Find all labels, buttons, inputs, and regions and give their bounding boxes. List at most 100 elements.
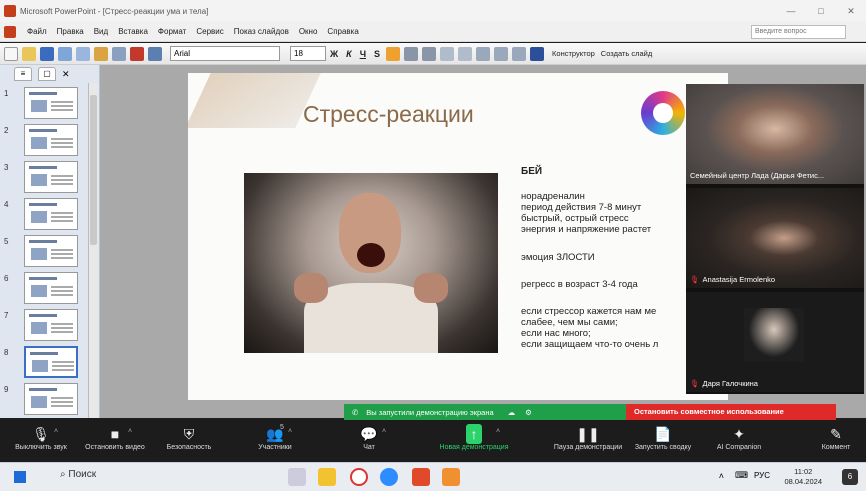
slide-line[interactable]: если нас много; bbox=[521, 328, 591, 339]
slide-thumb-2[interactable]: 2 bbox=[0, 122, 99, 158]
slide-line[interactable]: период действия 7-8 минут bbox=[521, 202, 641, 213]
align-left-icon[interactable] bbox=[386, 46, 401, 61]
angry-man-photo[interactable] bbox=[244, 173, 498, 353]
slide-thumb-4[interactable]: 4 bbox=[0, 196, 99, 232]
slide-line[interactable]: если стрессор кажется нам ме bbox=[521, 306, 656, 317]
italic-button[interactable]: К bbox=[346, 49, 352, 59]
video-tile-2[interactable]: 🎙 Anastasija Ermolenko bbox=[686, 188, 864, 288]
slide-thumb-8[interactable]: 8 bbox=[0, 344, 99, 380]
app-icon[interactable] bbox=[442, 468, 460, 486]
language-indicator[interactable]: РУС bbox=[754, 471, 770, 480]
close-pane-icon[interactable]: ✕ bbox=[62, 69, 70, 80]
video-tile-3[interactable]: 🎙 Даря Галочкина bbox=[686, 292, 864, 392]
font-select[interactable]: Arial bbox=[170, 46, 280, 61]
keyboard-icon[interactable]: ⌨ bbox=[735, 470, 748, 481]
align-center-icon[interactable] bbox=[404, 46, 419, 61]
windows-start-icon[interactable] bbox=[14, 471, 26, 483]
stop-video-button[interactable]: ■ ˄ Остановить видео bbox=[80, 424, 150, 451]
slide-line[interactable]: быстрый, острый стресс bbox=[521, 213, 629, 224]
annotate-button[interactable]: ✎ Коммент bbox=[806, 424, 866, 451]
font-color-icon[interactable] bbox=[530, 46, 545, 61]
menu-file[interactable]: Файл bbox=[22, 27, 52, 36]
menu-edit[interactable]: Правка bbox=[52, 27, 89, 36]
slide-heading[interactable]: БЕЙ bbox=[521, 166, 542, 177]
participant-name: 🎙 Даря Галочкина bbox=[690, 379, 758, 388]
shadow-button[interactable]: S bbox=[374, 49, 380, 59]
stop-share-button[interactable]: Остановить совместное использование bbox=[626, 404, 836, 420]
align-right-icon[interactable] bbox=[422, 46, 437, 61]
new-slide-button[interactable]: Создать слайд bbox=[601, 49, 652, 58]
underline-button[interactable]: Ч bbox=[360, 49, 366, 59]
current-slide[interactable]: Стресс-реакции БЕЙ норадреналин период д… bbox=[188, 73, 728, 400]
tab-outline[interactable]: ≡ bbox=[14, 67, 32, 81]
table-icon[interactable] bbox=[148, 46, 162, 61]
slides-scrollbar[interactable] bbox=[88, 83, 98, 418]
ask-question-input[interactable]: Введите вопрос bbox=[751, 25, 846, 39]
slide-title[interactable]: Стресс-реакции bbox=[303, 101, 474, 128]
slide-thumb-9[interactable]: 9 bbox=[0, 381, 99, 417]
video-tile-1[interactable]: Семейный центр Лада (Дарья Фетис... bbox=[686, 84, 864, 184]
pause-share-button[interactable]: ❚❚ Пауза демонстрации bbox=[548, 424, 628, 451]
new-share-button[interactable]: ↑ ˄ Новая демонстрация bbox=[434, 424, 514, 451]
security-button[interactable]: ⛨ Безопасность bbox=[154, 424, 224, 451]
slide-thumb-1[interactable]: 1 bbox=[0, 85, 99, 121]
open-icon[interactable] bbox=[22, 46, 36, 61]
slide-thumb-6[interactable]: 6 bbox=[0, 270, 99, 306]
slide-thumb-5[interactable]: 5 bbox=[0, 233, 99, 269]
slide-line[interactable]: эмоция ЗЛОСТИ bbox=[521, 252, 595, 263]
menu-slideshow[interactable]: Показ слайдов bbox=[229, 27, 294, 36]
tab-slides[interactable]: ▢ bbox=[38, 67, 56, 81]
slide-line[interactable]: энергия и напряжение растет bbox=[521, 224, 651, 235]
save-icon[interactable] bbox=[40, 46, 54, 61]
slide-thumb-7[interactable]: 7 bbox=[0, 307, 99, 343]
increase-font-icon[interactable] bbox=[476, 46, 491, 61]
mute-button[interactable]: 🎙 ˄ Выключить звук bbox=[6, 424, 76, 451]
menu-help[interactable]: Справка bbox=[322, 27, 363, 36]
menu-window[interactable]: Окно bbox=[294, 27, 323, 36]
menu-view[interactable]: Вид bbox=[89, 27, 113, 36]
thumbnail bbox=[24, 87, 78, 119]
indent-icon[interactable] bbox=[512, 46, 527, 61]
cloud-icon[interactable]: ☁ bbox=[508, 408, 516, 417]
ai-companion-button[interactable]: ✦ AI Companion bbox=[702, 424, 776, 451]
file-explorer-icon[interactable] bbox=[318, 468, 336, 486]
yandex-browser-icon[interactable] bbox=[350, 468, 368, 486]
bullets-icon[interactable] bbox=[458, 46, 473, 61]
maximize-button[interactable]: □ bbox=[806, 6, 836, 16]
decrease-font-icon[interactable] bbox=[494, 46, 509, 61]
menu-format[interactable]: Формат bbox=[153, 27, 191, 36]
tray-chevron-icon[interactable]: ˄ bbox=[719, 471, 724, 481]
print-icon[interactable] bbox=[58, 46, 72, 61]
minimize-button[interactable]: — bbox=[776, 6, 806, 16]
taskbar-search[interactable]: ⌕ Поиск bbox=[60, 469, 96, 480]
slide-line[interactable]: если защищаем что-то очень л bbox=[521, 339, 658, 350]
summary-button[interactable]: 📄 Запустить сводку bbox=[626, 424, 700, 451]
designer-button[interactable]: Конструктор bbox=[552, 49, 595, 58]
numbering-icon[interactable] bbox=[440, 46, 455, 61]
close-button[interactable]: ✕ bbox=[836, 6, 866, 17]
taskbar-clock[interactable]: 11:02 08.04.2024 bbox=[784, 467, 822, 487]
powerpoint-taskbar-icon[interactable] bbox=[412, 468, 430, 486]
new-icon[interactable] bbox=[4, 46, 18, 61]
slide-number: 1 bbox=[4, 89, 9, 98]
scrollbar-thumb[interactable] bbox=[90, 95, 97, 245]
document-icon[interactable] bbox=[4, 25, 16, 38]
preview-icon[interactable] bbox=[76, 46, 90, 61]
participants-button[interactable]: 👥 5 ˄ Участники bbox=[240, 424, 310, 451]
zoom-app-icon[interactable] bbox=[380, 468, 398, 486]
slide-line[interactable]: норадреналин bbox=[521, 191, 585, 202]
font-size-select[interactable]: 18 bbox=[290, 46, 326, 61]
chat-button[interactable]: 💬 ˄ Чат bbox=[334, 424, 404, 451]
chart-icon[interactable] bbox=[130, 46, 144, 61]
menu-tools[interactable]: Сервис bbox=[191, 27, 228, 36]
slide-line[interactable]: слабее, чем мы сами; bbox=[521, 317, 618, 328]
slide-line[interactable]: регресс в возраст 3-4 года bbox=[521, 279, 638, 290]
slide-thumb-3[interactable]: 3 bbox=[0, 159, 99, 195]
notifications-icon[interactable]: 6 bbox=[842, 469, 858, 485]
menu-insert[interactable]: Вставка bbox=[113, 27, 153, 36]
bold-button[interactable]: Ж bbox=[330, 49, 338, 59]
settings-icon[interactable]: ⚙ bbox=[525, 408, 532, 417]
paste-icon[interactable] bbox=[94, 46, 108, 61]
task-view-icon[interactable] bbox=[288, 468, 306, 486]
undo-icon[interactable] bbox=[112, 46, 126, 61]
